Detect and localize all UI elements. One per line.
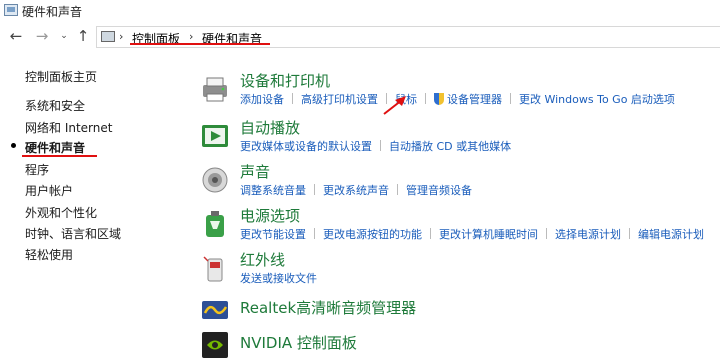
link-divider <box>629 228 630 239</box>
back-icon[interactable]: ← <box>8 27 24 45</box>
section-sound: 声音 调整系统音量 更改系统声音 管理音频设备 <box>196 161 720 201</box>
link-divider <box>425 93 426 104</box>
current-item-bullet <box>11 143 16 148</box>
link-add-device[interactable]: 添加设备 <box>240 93 284 106</box>
section-links: 更改媒体或设备的默认设置 自动播放 CD 或其他媒体 <box>240 138 511 154</box>
breadcrumb-separator-icon[interactable]: › <box>189 30 193 43</box>
link-divider <box>430 228 431 239</box>
section-title[interactable]: 声音 <box>240 161 270 182</box>
nav-network-internet[interactable]: 网络和 Internet <box>25 119 112 136</box>
section-devices-printers: 设备和打印机 添加设备 高级打印机设置 鼠标 设备管理器 更改 Windows To G… <box>196 70 720 110</box>
link-power-saving[interactable]: 更改节能设置 <box>240 228 306 241</box>
link-divider <box>292 93 293 104</box>
nav-programs[interactable]: 程序 <box>25 161 49 178</box>
realtek-icon <box>202 301 228 319</box>
nav-user-accounts[interactable]: 用户帐户 <box>25 182 73 199</box>
link-divider <box>546 228 547 239</box>
window-title: 硬件和声音 <box>22 5 83 19</box>
nav-hardware-sound[interactable]: 硬件和声音 <box>25 139 85 156</box>
section-links: 添加设备 高级打印机设置 鼠标 设备管理器 更改 Windows To Go 启动选项 <box>240 91 675 107</box>
link-manage-audio-devices[interactable]: 管理音频设备 <box>406 184 472 197</box>
printer-icon <box>203 77 227 102</box>
nav-appearance[interactable]: 外观和个性化 <box>25 204 97 221</box>
annotation-arrow-icon <box>383 96 406 115</box>
control-panel-icon <box>4 4 18 16</box>
link-change-system-sounds[interactable]: 更改系统声音 <box>323 184 389 197</box>
link-send-receive-files[interactable]: 发送或接收文件 <box>240 272 317 285</box>
link-device-manager[interactable]: 设备管理器 <box>447 93 502 106</box>
link-change-media-defaults[interactable]: 更改媒体或设备的默认设置 <box>240 140 372 153</box>
section-title[interactable]: Realtek高清晰音频管理器 <box>240 297 416 318</box>
section-title[interactable]: NVIDIA 控制面板 <box>240 332 357 353</box>
section-autoplay: 自动播放 更改媒体或设备的默认设置 自动播放 CD 或其他媒体 <box>196 117 720 157</box>
link-choose-power-plan[interactable]: 选择电源计划 <box>555 228 621 241</box>
section-infrared: 红外线 发送或接收文件 <box>196 249 720 289</box>
annotation-underline <box>22 155 97 157</box>
link-divider <box>397 184 398 195</box>
computer-icon <box>101 31 115 42</box>
title-bar: 硬件和声音 <box>0 0 720 22</box>
nav-clock-language-region[interactable]: 时钟、语言和区域 <box>25 225 121 242</box>
navigation-bar: ← → ⌄ ↑ › 控制面板 › 硬件和声音 <box>0 24 720 50</box>
link-autoplay-cd[interactable]: 自动播放 CD 或其他媒体 <box>389 140 511 153</box>
link-divider <box>510 93 511 104</box>
nvidia-icon <box>202 332 228 358</box>
link-divider <box>380 140 381 151</box>
section-realtek: Realtek高清晰音频管理器 <box>196 295 720 321</box>
section-title[interactable]: 设备和打印机 <box>240 70 330 91</box>
annotation-underline <box>130 43 270 45</box>
infrared-icon <box>203 256 223 282</box>
section-links: 调整系统音量 更改系统声音 管理音频设备 <box>240 182 472 198</box>
recent-dropdown-icon[interactable]: ⌄ <box>58 27 70 45</box>
link-power-button[interactable]: 更改电源按钮的功能 <box>323 228 422 241</box>
forward-icon[interactable]: → <box>34 27 50 45</box>
nav-ease-of-access[interactable]: 轻松使用 <box>25 246 73 263</box>
section-links: 更改节能设置 更改电源按钮的功能 更改计算机睡眠时间 选择电源计划 编辑电源计划 <box>240 226 704 242</box>
link-adjust-volume[interactable]: 调整系统音量 <box>240 184 306 197</box>
section-nvidia: NVIDIA 控制面板 <box>196 330 720 360</box>
section-title[interactable]: 自动播放 <box>240 117 300 138</box>
up-icon[interactable]: ↑ <box>76 27 90 45</box>
nav-control-panel-home[interactable]: 控制面板主页 <box>25 68 97 85</box>
link-sleep-time[interactable]: 更改计算机睡眠时间 <box>439 228 538 241</box>
link-divider <box>314 184 315 195</box>
link-divider <box>314 228 315 239</box>
breadcrumb-separator-icon[interactable]: › <box>119 30 123 43</box>
nav-system-security[interactable]: 系统和安全 <box>25 97 85 114</box>
section-power-options: 电源选项 更改节能设置 更改电源按钮的功能 更改计算机睡眠时间 选择电源计划 编辑电源计… <box>196 205 720 245</box>
section-title[interactable]: 电源选项 <box>240 205 300 226</box>
speaker-icon <box>202 167 228 193</box>
link-advanced-printer-setup[interactable]: 高级打印机设置 <box>301 93 378 106</box>
section-links: 发送或接收文件 <box>240 270 317 286</box>
section-title[interactable]: 红外线 <box>240 249 285 270</box>
autoplay-icon <box>202 125 228 147</box>
uac-shield-icon <box>434 93 444 105</box>
link-edit-power-plan[interactable]: 编辑电源计划 <box>638 228 704 241</box>
power-icon <box>206 211 224 237</box>
link-windows-to-go[interactable]: 更改 Windows To Go 启动选项 <box>519 93 675 106</box>
